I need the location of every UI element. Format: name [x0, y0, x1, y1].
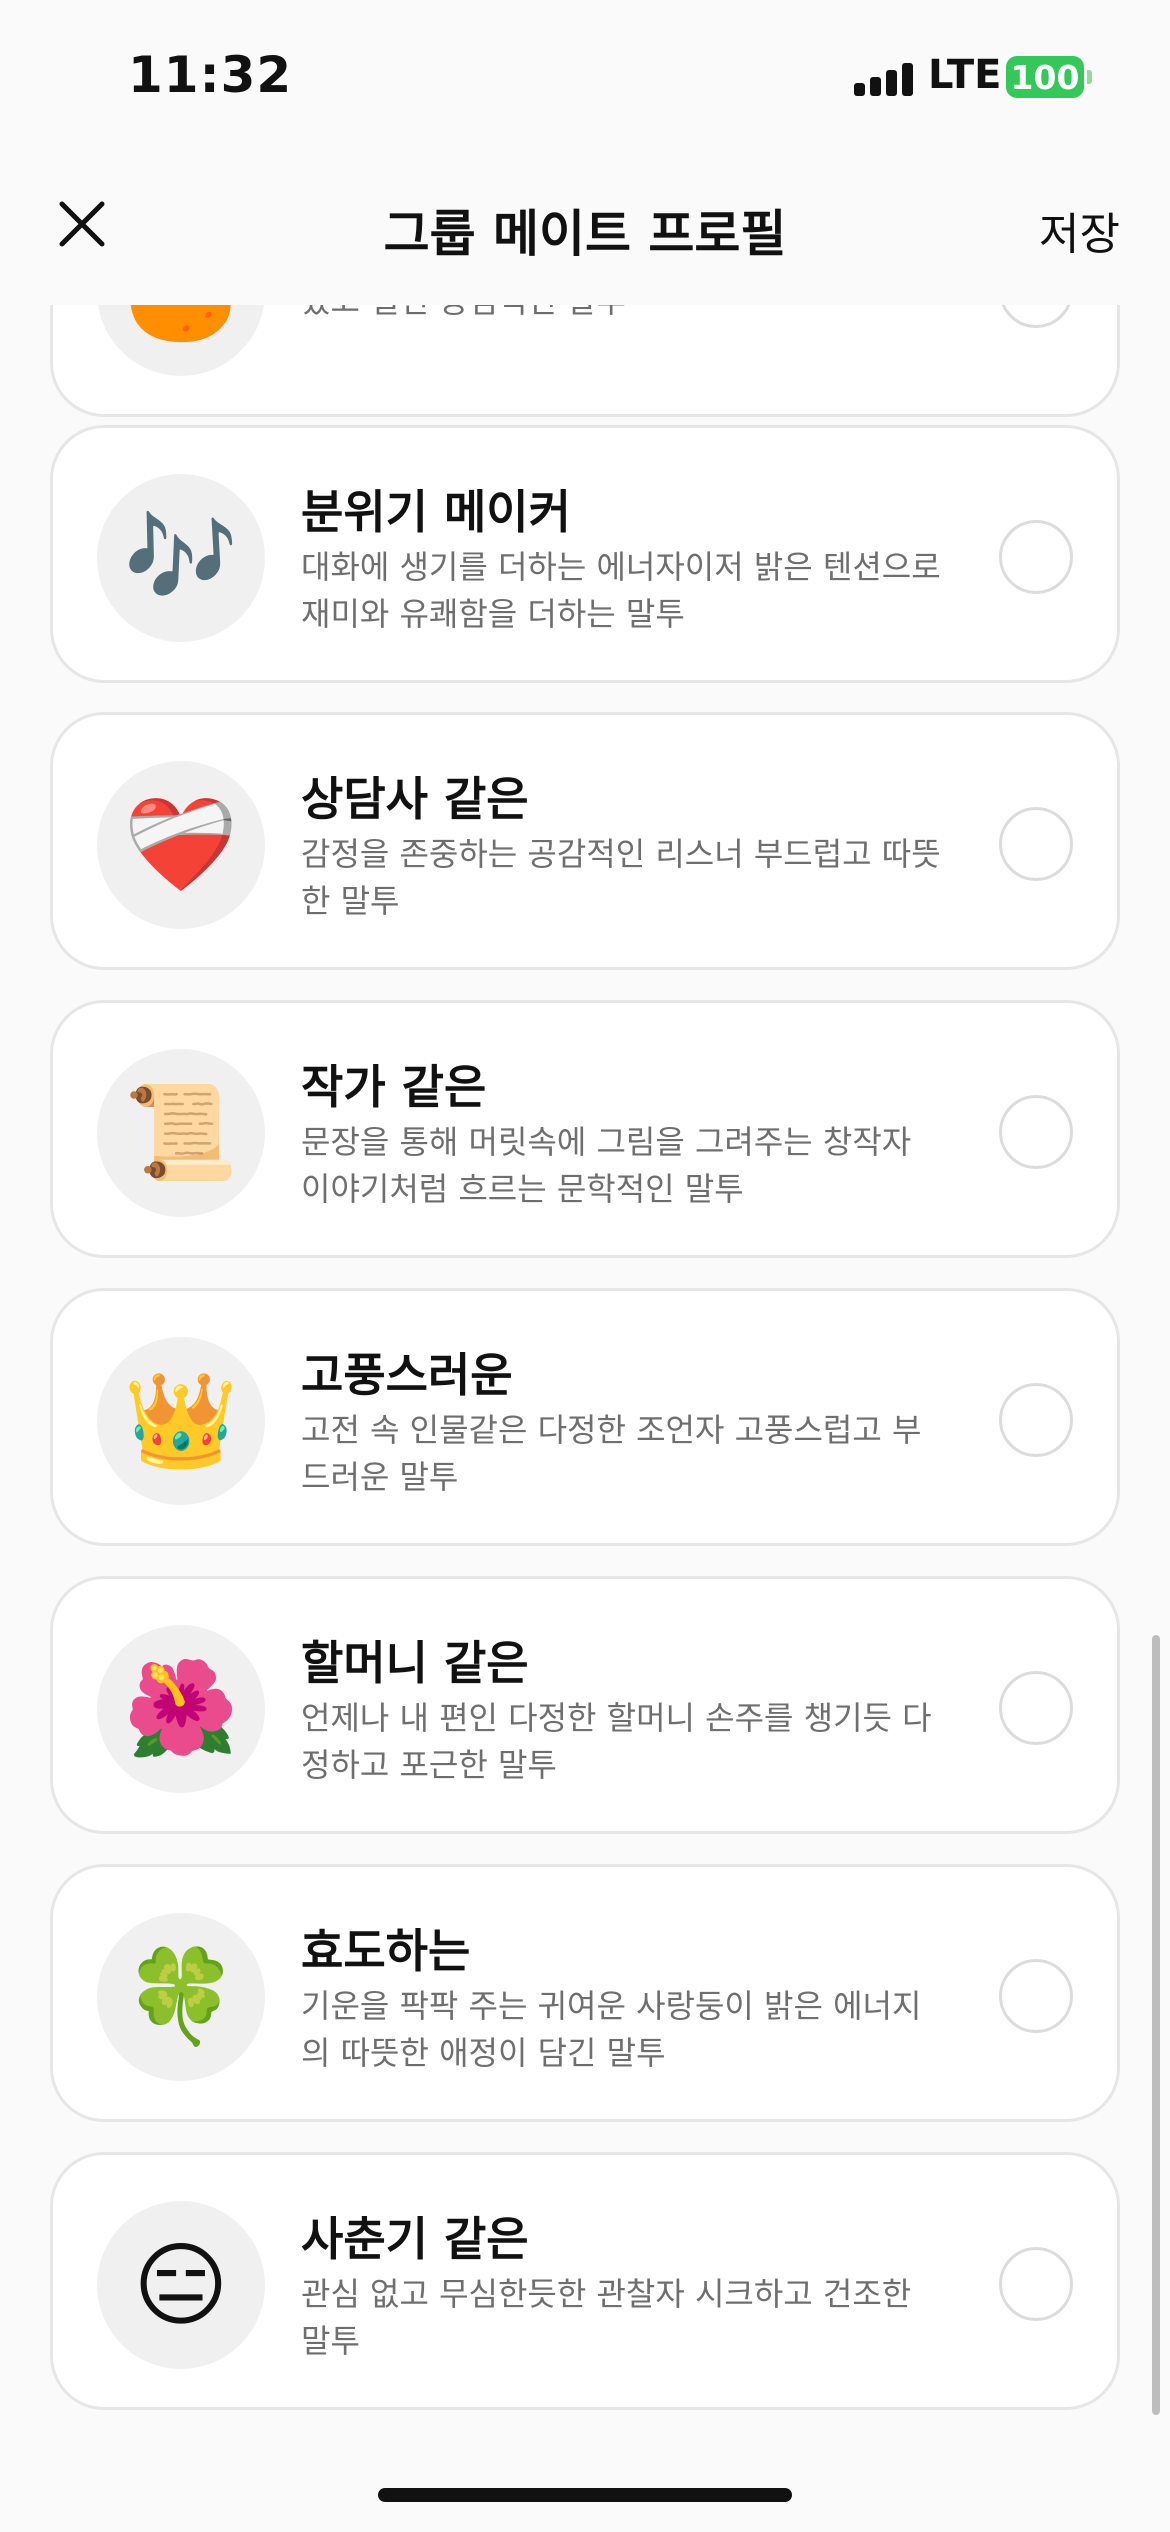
card-avatar: 🍀	[97, 1913, 265, 2081]
card-title: 고풍스러운	[301, 1348, 513, 1402]
profile-option-card[interactable]: 👑 고풍스러운 고전 속 인물같은 다정한 조언자 고풍스럽고 부드러운 말투	[50, 1288, 1120, 1546]
profile-option-card[interactable]: 🎶 분위기 메이커 대화에 생기를 더하는 에너자이저 밝은 텐션으로 재미와 …	[50, 425, 1120, 683]
card-title: 분위기 메이커	[301, 485, 571, 539]
radio-button[interactable]	[999, 1671, 1073, 1745]
status-bar: 11:32 LTE 100	[0, 0, 1170, 150]
card-description: 기운을 팍팍 주는 귀여운 사랑둥이 밝은 에너지의 따뜻한 애정이 담긴 말투	[301, 1987, 922, 2072]
radio-button[interactable]	[999, 1383, 1073, 1457]
scrollbar[interactable]	[1152, 1635, 1160, 2415]
card-description: 관심 없고 무심한듯한 관찰자 시크하고 건조한 말투	[301, 2275, 912, 2360]
profile-option-list[interactable]: 🍊 있고 실천 중심적인 말투 🎶 분위기 메이커 대화에 생기를 더하는 에너…	[0, 305, 1170, 2465]
card-description: 있고 실천 중심적인 말투	[301, 305, 941, 325]
profile-option-card[interactable]: 🍀 효도하는 기운을 팍팍 주는 귀여운 사랑둥이 밝은 에너지의 따뜻한 애정…	[50, 1864, 1120, 2122]
status-time: 11:32	[128, 46, 293, 104]
radio-button[interactable]	[999, 1959, 1073, 2033]
card-description: 대화에 생기를 더하는 에너자이저 밝은 텐션으로 재미와 유쾌함을 더하는 말…	[301, 548, 941, 633]
profile-option-card[interactable]: 🌺 할머니 같은 언제나 내 편인 다정한 할머니 손주를 챙기듯 다정하고 포…	[50, 1576, 1120, 1834]
save-button[interactable]: 저장	[1039, 198, 1120, 262]
radio-button[interactable]	[999, 2247, 1073, 2321]
page-title: 그룹 메이트 프로필	[383, 205, 787, 263]
card-description: 감정을 존중하는 공감적인 리스너 부드럽고 따뜻한 말투	[301, 835, 941, 920]
profile-option-card[interactable]: 😑 사춘기 같은 관심 없고 무심한듯한 관찰자 시크하고 건조한 말투	[50, 2152, 1120, 2410]
card-description: 문장을 통해 머릿속에 그림을 그려주는 창작자 이야기처럼 흐르는 문학적인 …	[301, 1123, 912, 1208]
nav-bar: 그룹 메이트 프로필 저장	[0, 150, 1170, 305]
battery-tip	[1087, 70, 1092, 84]
four-leaf-clover-icon: 🍀	[123, 1943, 239, 2050]
card-avatar: 🎶	[97, 474, 265, 642]
profile-option-card[interactable]: 🍊 있고 실천 중심적인 말투	[50, 305, 1120, 417]
battery-icon: 100	[1006, 56, 1084, 98]
card-title: 상담사 같은	[301, 772, 529, 826]
card-description: 언제나 내 편인 다정한 할머니 손주를 챙기듯 다정하고 포근한 말투	[301, 1699, 932, 1784]
card-avatar: 🌺	[97, 1625, 265, 1793]
profile-option-card[interactable]: ❤️‍🩹 상담사 같은 감정을 존중하는 공감적인 리스너 부드럽고 따뜻한 말…	[50, 712, 1120, 970]
radio-button[interactable]	[999, 1095, 1073, 1169]
hibiscus-icon: 🌺	[123, 1655, 239, 1762]
card-avatar: 👑	[97, 1337, 265, 1505]
radio-button[interactable]	[999, 305, 1073, 328]
signal-icon	[854, 62, 914, 96]
profile-option-card[interactable]: 📜 작가 같은 문장을 통해 머릿속에 그림을 그려주는 창작자 이야기처럼 흐…	[50, 1000, 1120, 1258]
music-notes-icon: 🎶	[123, 504, 239, 611]
scroll-icon: 📜	[123, 1079, 239, 1186]
expressionless-face-icon: 😑	[133, 2231, 229, 2339]
card-title: 할머니 같은	[301, 1636, 529, 1690]
crown-icon: 👑	[123, 1367, 239, 1474]
orange-icon: 🍊	[124, 305, 239, 346]
battery-level: 100	[1010, 57, 1080, 97]
network-label: LTE	[928, 52, 1002, 98]
card-description: 고전 속 인물같은 다정한 조언자 고풍스럽고 부드러운 말투	[301, 1411, 922, 1496]
radio-button[interactable]	[999, 807, 1073, 881]
card-avatar: 🍊	[97, 305, 265, 376]
card-title: 작가 같은	[301, 1060, 487, 1114]
mending-heart-icon: ❤️‍🩹	[123, 791, 239, 898]
card-title: 효도하는	[301, 1924, 471, 1978]
card-avatar: 📜	[97, 1049, 265, 1217]
radio-button[interactable]	[999, 520, 1073, 594]
home-indicator[interactable]	[378, 2488, 792, 2502]
card-avatar: 😑	[97, 2201, 265, 2369]
card-title: 사춘기 같은	[301, 2212, 529, 2266]
card-avatar: ❤️‍🩹	[97, 761, 265, 929]
